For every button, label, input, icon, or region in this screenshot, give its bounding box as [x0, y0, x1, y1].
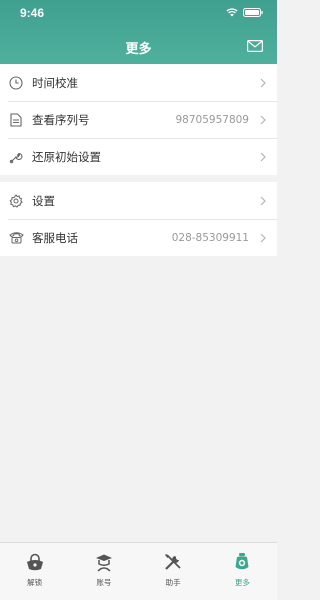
account-icon [93, 551, 115, 573]
telephone-icon [8, 230, 24, 246]
settings-group-1: 时间校准 查看序列号 98705957809 还原初始设置 [0, 64, 277, 175]
customer-service-row[interactable]: 客服电话 028-85309911 [0, 219, 277, 256]
document-icon [8, 112, 24, 128]
tab-unlock[interactable]: 解锁 [0, 543, 69, 600]
chevron-right-icon [260, 196, 266, 205]
tab-assistant[interactable]: 助手 [139, 543, 208, 600]
wrench-icon [8, 149, 24, 165]
bottom-tab-bar: 解锁 账号 助手 更多 [0, 542, 277, 600]
time-calibration-row[interactable]: 时间校准 [0, 64, 277, 101]
more-icon [231, 551, 253, 573]
serial-number-value: 98705957809 [175, 113, 250, 126]
clock-icon [8, 75, 24, 91]
settings-group-2: 设置 客服电话 028-85309911 [0, 182, 277, 256]
gear-icon [8, 193, 24, 209]
tab-label: 账号 [96, 578, 112, 587]
tab-more[interactable]: 更多 [208, 543, 277, 600]
row-label: 查看序列号 [32, 112, 90, 127]
wifi-icon [226, 8, 238, 17]
status-bar: 9:46 [0, 0, 277, 24]
assistant-icon [162, 551, 184, 573]
serial-number-row[interactable]: 查看序列号 98705957809 [0, 101, 277, 138]
row-label: 还原初始设置 [32, 149, 101, 164]
chevron-right-icon [260, 152, 266, 161]
chevron-right-icon [260, 78, 266, 87]
tab-account[interactable]: 账号 [69, 543, 138, 600]
status-time: 9:46 [20, 6, 45, 20]
tab-label: 助手 [165, 578, 181, 587]
settings-row[interactable]: 设置 [0, 182, 277, 219]
battery-icon [243, 8, 263, 17]
tab-label: 更多 [234, 578, 250, 587]
chevron-right-icon [260, 233, 266, 242]
mail-icon[interactable] [247, 40, 263, 52]
top-header: 9:46 更多 [0, 0, 277, 64]
restore-defaults-row[interactable]: 还原初始设置 [0, 138, 277, 175]
status-icons [226, 8, 263, 17]
tab-label: 解锁 [27, 578, 43, 587]
row-label: 时间校准 [32, 75, 78, 90]
phone-number-value: 028-85309911 [171, 231, 249, 244]
row-label: 设置 [32, 193, 55, 208]
page-title: 更多 [125, 42, 152, 57]
chevron-right-icon [260, 115, 266, 124]
row-label: 客服电话 [32, 230, 78, 245]
unlock-icon [24, 551, 46, 573]
